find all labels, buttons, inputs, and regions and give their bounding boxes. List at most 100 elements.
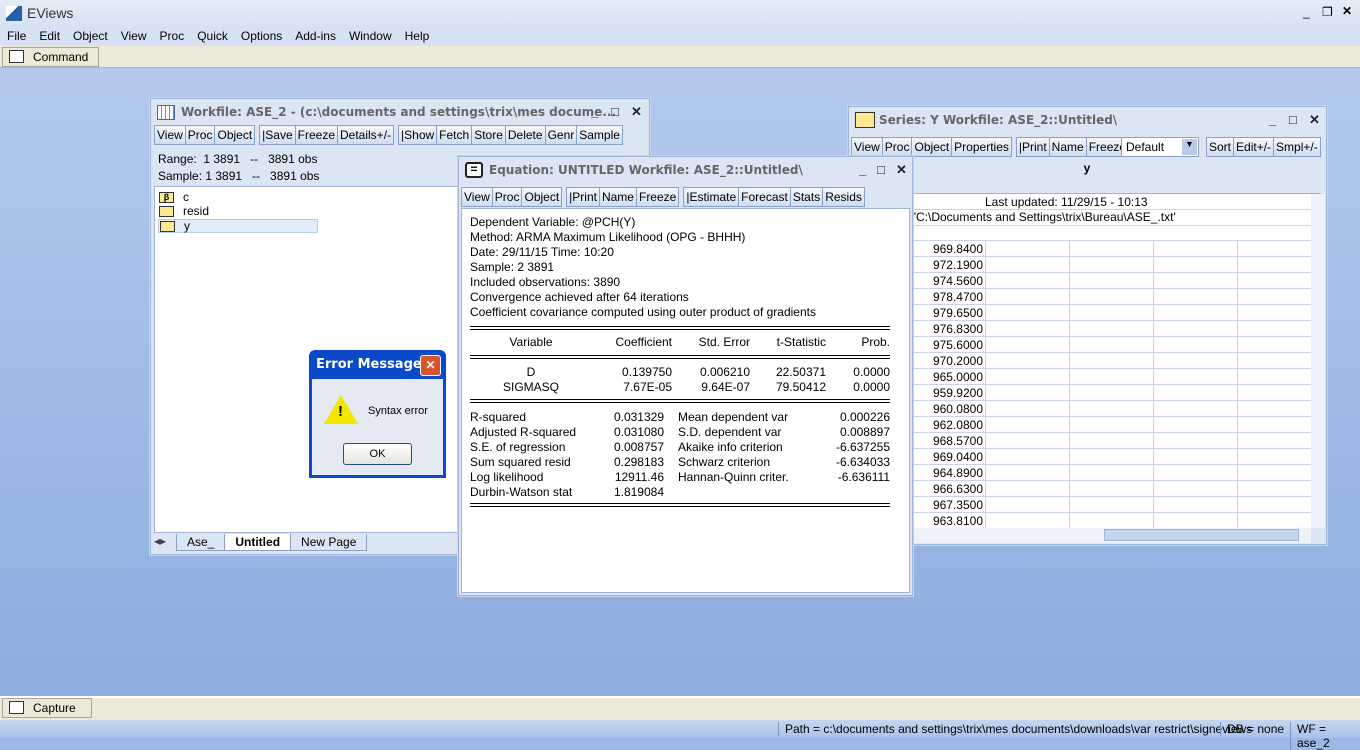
minimize-button[interactable]: _ — [859, 162, 866, 177]
menu-object[interactable]: Object — [66, 27, 114, 43]
horizontal-scrollbar[interactable] — [849, 528, 1311, 543]
series-value-cell[interactable]: 969.8400 — [909, 242, 983, 256]
series-value-cell[interactable]: 974.5600 — [909, 274, 983, 288]
object-name: c — [183, 190, 189, 204]
menu-window[interactable]: Window — [342, 27, 398, 43]
maximize-button[interactable]: □ — [611, 104, 619, 119]
close-button[interactable]: ✕ — [1309, 112, 1320, 128]
tab-untitled[interactable]: Untitled — [224, 534, 292, 551]
fetch-button[interactable]: Fetch — [437, 125, 473, 145]
workfile-object-item[interactable]: βc — [158, 190, 318, 205]
print-button[interactable]: |Print — [1015, 137, 1050, 157]
menu-file[interactable]: File — [0, 27, 32, 43]
series-value-cell[interactable]: 978.4700 — [909, 290, 983, 304]
menu-help[interactable]: Help — [398, 27, 436, 43]
freeze-button[interactable]: Freeze — [295, 125, 338, 145]
view-button[interactable]: View — [461, 187, 493, 207]
object-button[interactable]: Object — [912, 137, 953, 157]
resids-button[interactable]: Resids — [823, 187, 865, 207]
proc-button[interactable]: Proc — [492, 187, 523, 207]
capture-button[interactable]: Capture — [2, 698, 92, 718]
maximize-button[interactable]: □ — [1289, 112, 1297, 127]
tab-scroll-arrows[interactable]: ◂▸ — [154, 534, 176, 551]
restore-button[interactable]: ❐ — [1322, 5, 1333, 19]
series-value-cell[interactable]: 969.0400 — [909, 450, 983, 464]
series-value-cell[interactable]: 965.0000 — [909, 370, 983, 384]
menu-proc[interactable]: Proc — [153, 27, 191, 43]
grid-line — [849, 352, 1311, 353]
series-value-cell[interactable]: 966.6300 — [909, 482, 983, 496]
vertical-scrollbar[interactable] — [1311, 194, 1325, 528]
delete-button[interactable]: Delete — [505, 125, 546, 145]
warning-icon-mark: ! — [338, 403, 343, 420]
dialog-close-button[interactable]: ✕ — [420, 355, 441, 376]
view-button[interactable]: View — [851, 137, 883, 157]
minimize-button[interactable]: _ — [1303, 5, 1310, 19]
menu-edit[interactable]: Edit — [32, 27, 66, 43]
scrollbar-thumb[interactable] — [1104, 529, 1299, 541]
grid-line — [849, 400, 1311, 401]
name-button[interactable]: Name — [1049, 137, 1087, 157]
series-value-cell[interactable]: 972.1900 — [909, 258, 983, 272]
command-window-icon — [9, 50, 24, 63]
object-button[interactable]: Object — [215, 125, 256, 145]
show-button[interactable]: |Show — [398, 125, 438, 145]
grid-line — [849, 448, 1311, 449]
workfile-object-item[interactable]: y — [158, 219, 318, 233]
stats-button[interactable]: Stats — [790, 187, 824, 207]
view-button[interactable]: View — [154, 125, 186, 145]
close-button[interactable]: ✕ — [1342, 4, 1352, 18]
details-button[interactable]: Details+/- — [338, 125, 395, 145]
menu-quick[interactable]: Quick — [190, 27, 234, 43]
command-button[interactable]: Command — [2, 47, 99, 67]
series-value-cell[interactable]: 970.2000 — [909, 354, 983, 368]
series-value-cell[interactable]: 963.8100 — [909, 514, 983, 528]
edit-button[interactable]: Edit+/- — [1234, 137, 1275, 157]
print-button[interactable]: |Print — [566, 187, 600, 207]
minimize-button[interactable]: _ — [1269, 112, 1276, 127]
save-button[interactable]: |Save — [259, 125, 296, 145]
chevron-down-icon[interactable]: ▼ — [1182, 139, 1197, 155]
estimate-button[interactable]: |Estimate — [683, 187, 740, 207]
close-button[interactable]: ✕ — [896, 162, 907, 178]
series-value-cell[interactable]: 976.8300 — [909, 322, 983, 336]
capture-window-icon — [9, 701, 24, 714]
ok-button[interactable]: OK — [343, 443, 412, 465]
smpl-button[interactable]: Smpl+/- — [1274, 137, 1321, 157]
maximize-button[interactable]: □ — [877, 162, 885, 177]
freeze-button[interactable]: Freeze — [636, 187, 680, 207]
tab-ase[interactable]: Ase_ — [176, 534, 226, 551]
series-value-cell[interactable]: 968.5700 — [909, 434, 983, 448]
menu-options[interactable]: Options — [234, 27, 288, 43]
error-dialog: Error Message ✕ ! Syntax error OK — [309, 350, 446, 478]
genr-button[interactable]: Genr — [545, 125, 578, 145]
sample-button[interactable]: Sample — [577, 125, 623, 145]
object-button[interactable]: Object — [522, 187, 563, 207]
series-value-cell[interactable]: 967.3500 — [909, 498, 983, 512]
forecast-button[interactable]: Forecast — [739, 187, 791, 207]
close-button[interactable]: ✕ — [631, 104, 642, 120]
store-button[interactable]: Store — [472, 125, 506, 145]
sort-button[interactable]: Sort — [1206, 137, 1235, 157]
workfile-object-item[interactable]: resid — [158, 204, 318, 219]
name-button[interactable]: Name — [599, 187, 637, 207]
series-value-cell[interactable]: 960.0800 — [909, 402, 983, 416]
menu-add-ins[interactable]: Add-ins — [288, 27, 342, 43]
capture-bar: Capture — [0, 696, 1360, 720]
series-value-cell[interactable]: 979.6500 — [909, 306, 983, 320]
series-column-header: y — [849, 159, 1325, 177]
series-value-cell[interactable]: 975.6000 — [909, 338, 983, 352]
properties-button[interactable]: Properties — [952, 137, 1012, 157]
tab-new-page[interactable]: New Page — [290, 534, 368, 551]
proc-button[interactable]: Proc — [882, 137, 913, 157]
minimize-button[interactable]: _ — [591, 104, 598, 119]
series-title: Series: Y Workfile: ASE_2::Untitled\ — [879, 113, 1118, 127]
series-value-cell[interactable]: 964.8900 — [909, 466, 983, 480]
series-value-cell[interactable]: 962.0800 — [909, 418, 983, 432]
table-cell: Prob. — [861, 335, 890, 349]
proc-button[interactable]: Proc — [185, 125, 216, 145]
menu-view[interactable]: View — [114, 27, 153, 43]
series-value-cell[interactable]: 959.9200 — [909, 386, 983, 400]
error-message: Syntax error — [368, 405, 428, 417]
display-select[interactable]: Default ▼ — [1121, 137, 1199, 157]
